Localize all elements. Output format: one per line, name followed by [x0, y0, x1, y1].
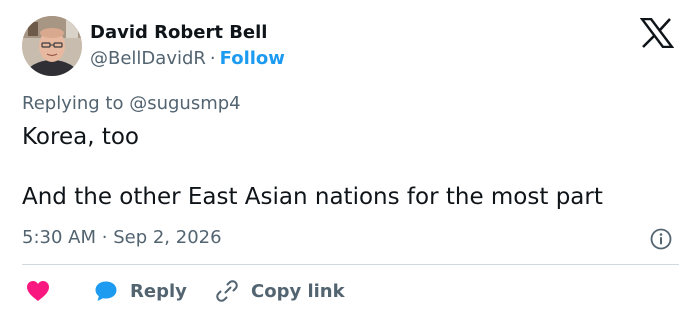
avatar-photo	[22, 16, 82, 76]
reply-button[interactable]: Reply	[94, 278, 187, 304]
tweet-date: Sep 2, 2026	[113, 227, 222, 248]
author-handle-row: @BellDavidR · Follow	[90, 48, 285, 69]
like-button[interactable]	[26, 278, 50, 304]
copy-link-label: Copy link	[251, 280, 345, 302]
author-handle[interactable]: @BellDavidR	[90, 48, 206, 69]
replying-to[interactable]: Replying to @sugusmp4	[22, 93, 241, 114]
heart-icon	[27, 281, 49, 301]
divider	[22, 264, 679, 265]
tweet-card: David Robert Bell @BellDavidR · Follow Rep…	[0, 0, 700, 318]
tweet-text-line-2: And the other East Asian nations for the…	[22, 184, 603, 210]
copy-link-button[interactable]: Copy link	[215, 278, 345, 304]
tweet-timestamp[interactable]: 5:30 AM · Sep 2, 2026	[22, 227, 222, 248]
reply-label: Reply	[130, 280, 187, 302]
x-logo-icon[interactable]	[640, 18, 674, 48]
tweet-time: 5:30 AM	[22, 227, 96, 248]
separator-dot: ·	[209, 48, 216, 69]
follow-button[interactable]: Follow	[220, 48, 285, 69]
link-icon	[216, 280, 238, 302]
tweet-text-line-1: Korea, too	[22, 124, 139, 150]
author-name[interactable]: David Robert Bell	[90, 22, 267, 43]
timestamp-separator: ·	[101, 227, 108, 248]
speech-bubble-icon	[95, 281, 117, 301]
info-icon[interactable]	[650, 228, 672, 250]
avatar[interactable]	[22, 16, 82, 76]
